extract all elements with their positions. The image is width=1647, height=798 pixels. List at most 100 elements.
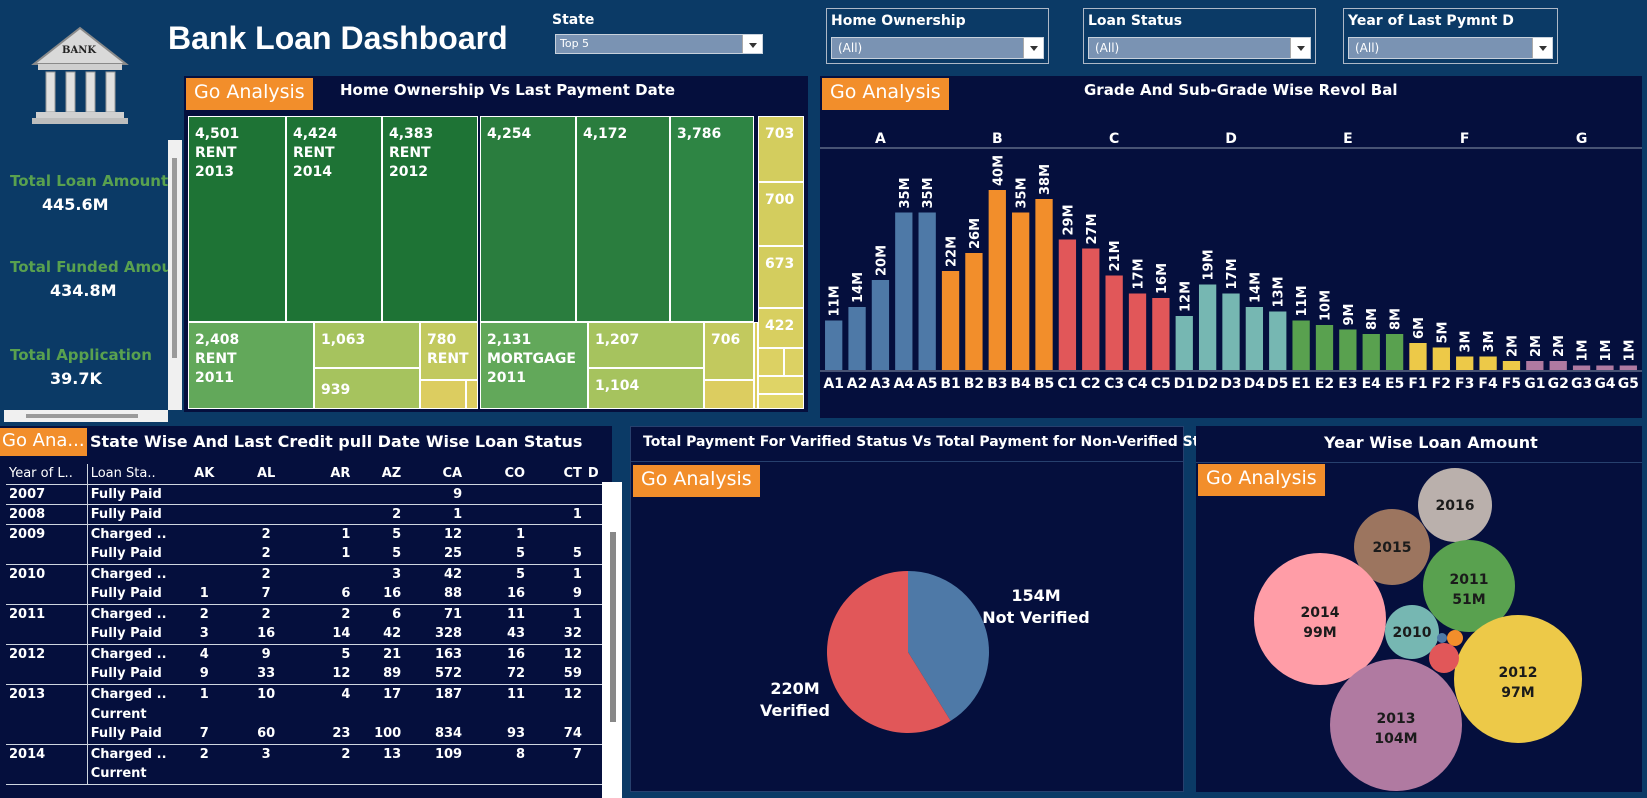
kpi-vertical-scrollbar[interactable]	[168, 140, 182, 410]
x-tick-label: C4	[1128, 376, 1148, 392]
table-cell	[585, 744, 602, 764]
table-row[interactable]: Fully Paid 2 1 5 25 5 5	[6, 544, 602, 564]
table-row[interactable]: Fully Paid 9 33 12 89 572 72 59	[6, 664, 602, 684]
bar-b3	[988, 190, 1006, 370]
table-cell	[171, 764, 238, 784]
kpi-horizontal-scrollbar[interactable]	[4, 410, 168, 422]
table-cell: 88	[444, 586, 463, 602]
treemap-cell[interactable]: 780 RENT	[420, 322, 478, 380]
treemap-cell[interactable]: 673	[758, 246, 804, 308]
go-analysis-button[interactable]: Go Analysis	[822, 78, 949, 110]
bar-value-label: 21M	[1108, 240, 1123, 271]
table-cell: 2	[261, 546, 271, 562]
bar-f5	[1502, 361, 1521, 370]
table-row[interactable]: 2010 Charged .. 2 3 42 5 1	[6, 564, 602, 584]
column-header[interactable]: Year of L..	[6, 464, 88, 484]
pie-panel: Total Payment For Varified Status Vs Tot…	[630, 426, 1234, 792]
column-header[interactable]: AK	[171, 464, 238, 484]
treemap-title: Home Ownership Vs Last Payment Date	[340, 81, 676, 99]
treemap-cell[interactable]: 4,424 RENT 2014	[286, 116, 382, 322]
loan-status-dropdown[interactable]: (All)	[1088, 37, 1311, 59]
table-row[interactable]: Fully Paid 7 60 23 100 834 93 74	[6, 724, 602, 744]
treemap-cell[interactable]: 1,207	[588, 322, 704, 368]
treemap-cell[interactable]: 2,408 RENT 2011	[188, 322, 314, 409]
column-header[interactable]: AR	[295, 464, 354, 484]
table-cell: 5	[392, 546, 402, 562]
treemap-cell[interactable]: 4,172	[576, 116, 670, 322]
column-header[interactable]: Loan Sta..	[87, 464, 171, 484]
table-row[interactable]: 2007 Fully Paid 9	[6, 484, 602, 504]
column-header[interactable]: AL	[238, 464, 295, 484]
column-header[interactable]: AZ	[353, 464, 404, 484]
table-row[interactable]: Current	[6, 704, 602, 724]
column-header[interactable]: CA	[404, 464, 465, 484]
table-cell	[585, 524, 602, 544]
scrollbar-thumb[interactable]	[172, 158, 177, 358]
state-dropdown[interactable]: Top 5	[555, 34, 763, 54]
year-cell: 2014	[6, 744, 88, 764]
treemap-cell[interactable]: 4,501 RENT 2013	[188, 116, 286, 322]
chevron-down-icon[interactable]	[1532, 38, 1552, 58]
table-row[interactable]: 2014 Charged .. 2 3 2 13 109 8 7	[6, 744, 602, 764]
treemap-cell[interactable]: 4,254	[480, 116, 576, 322]
table-cell	[585, 684, 602, 704]
bar-e4	[1362, 334, 1380, 370]
treemap-cell[interactable]: 703	[758, 116, 804, 182]
year-last-payment-dropdown[interactable]: (All)	[1348, 37, 1553, 59]
table-row[interactable]: Fully Paid 3 16 14 42 328 43 32	[6, 624, 602, 644]
column-header[interactable]: CO	[465, 464, 528, 484]
bar-a3	[871, 280, 890, 370]
table-cell: 16	[506, 646, 526, 662]
treemap-cell[interactable]: 422	[758, 308, 804, 348]
treemap-cell[interactable]: 700	[758, 182, 804, 246]
column-header[interactable]: D	[585, 464, 602, 484]
bar-a2	[848, 307, 866, 370]
table-cell: 93	[506, 726, 526, 742]
table-cell: 1	[572, 506, 582, 522]
loan-status-cell: Charged ..	[90, 746, 167, 762]
chevron-down-icon[interactable]	[1290, 38, 1310, 58]
loan-status-cell: Fully Paid	[90, 586, 162, 602]
table-row[interactable]: 2013 Charged .. 1 10 4 17 187 11 12	[6, 684, 602, 704]
treemap-cell[interactable]: 1,063	[314, 322, 420, 368]
go-analysis-button[interactable]: Go Analysis	[186, 78, 313, 110]
table-row[interactable]: 2012 Charged .. 4 9 5 21 163 16 12	[6, 644, 602, 664]
table-row[interactable]: 2009 Charged .. 2 1 5 12 1	[6, 524, 602, 544]
table-cell	[238, 764, 295, 784]
home-ownership-dropdown[interactable]: (All)	[831, 37, 1044, 59]
scrollbar-thumb[interactable]	[26, 414, 138, 418]
treemap-cell[interactable]: 1,104	[588, 368, 704, 409]
table-row[interactable]: 2008 Fully Paid 2 1 1	[6, 504, 602, 524]
crosstab-vertical-scrollbar[interactable]	[602, 482, 622, 798]
treemap-area: 4,501 RENT 2013 4,424 RENT 2014 4,383 RE…	[188, 116, 804, 409]
table-row[interactable]: Current	[6, 764, 602, 784]
bubble-year-label: 2012	[1499, 665, 1538, 681]
treemap-cell[interactable]: 2,131 MORTGAGE 2011	[480, 322, 588, 409]
table-cell: 1	[341, 546, 351, 562]
treemap-cell[interactable]: 3,786	[670, 116, 754, 322]
go-analysis-button[interactable]: Go Ana...	[0, 428, 87, 456]
table-row[interactable]: Fully Paid 1 7 6 16 88 16 9	[6, 584, 602, 604]
bar-c3	[1105, 275, 1123, 370]
bar-c4	[1128, 293, 1147, 370]
bar-f1	[1409, 343, 1427, 370]
treemap-cell[interactable]: 706	[704, 322, 754, 380]
table-row[interactable]: 2011 Charged .. 2 2 2 6 71 11 1	[6, 604, 602, 624]
chevron-down-icon[interactable]	[1023, 38, 1043, 58]
table-cell	[585, 724, 602, 744]
year-cell	[6, 584, 88, 604]
table-cell	[171, 524, 238, 544]
treemap-panel: Go Analysis Home Ownership Vs Last Payme…	[184, 76, 808, 412]
table-cell: 43	[506, 626, 526, 642]
table-cell: 2	[261, 606, 271, 622]
treemap-cell[interactable]: 939	[314, 368, 420, 409]
x-tick-label: B4	[1010, 376, 1031, 392]
chevron-down-icon[interactable]	[742, 35, 762, 53]
table-cell	[585, 484, 602, 504]
scrollbar-thumb[interactable]	[610, 532, 616, 722]
column-header[interactable]: CT	[528, 464, 585, 484]
x-tick-label: A4	[894, 376, 915, 392]
bar-g5	[1619, 365, 1637, 370]
loan-status-cell: Charged ..	[90, 526, 167, 542]
treemap-cell[interactable]: 4,383 RENT 2012	[382, 116, 478, 322]
